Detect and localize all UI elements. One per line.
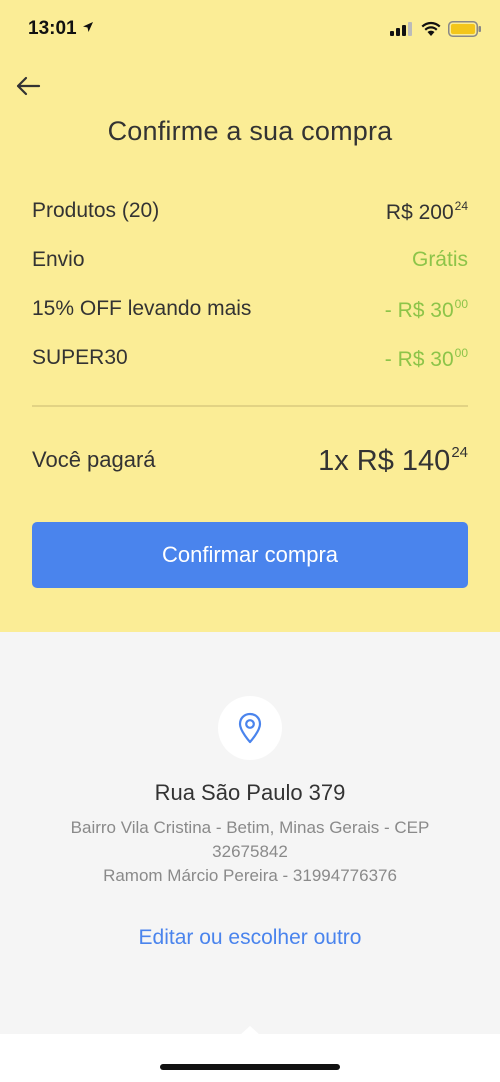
summary-row-products: Produtos (20) R$ 20024: [32, 199, 468, 229]
arrow-left-icon: [16, 76, 41, 96]
shipping-value: Grátis: [411, 248, 468, 271]
address-recipient: Ramom Márcio Pereira - 31994776376: [103, 866, 397, 885]
total-value: 1x R$ 14024: [318, 444, 468, 477]
edit-address-link[interactable]: Editar ou escolher outro: [0, 926, 500, 950]
address-line-2: 32675842: [212, 842, 288, 861]
home-indicator[interactable]: [160, 1064, 340, 1070]
location-arrow-icon: [83, 22, 93, 32]
cellular-signal-icon: [390, 22, 412, 36]
status-time: 13:01: [28, 18, 77, 39]
page-title: Confirme a sua compra: [107, 116, 393, 146]
back-button[interactable]: [12, 70, 44, 102]
products-value: R$ 20024: [385, 199, 468, 224]
wifi-icon: [421, 21, 441, 36]
summary-row-discount-bulk: 15% OFF levando mais - R$ 3000: [32, 297, 468, 327]
coupon-value: - R$ 3000: [384, 346, 468, 371]
summary-row-coupon: SUPER30 - R$ 3000: [32, 346, 468, 376]
discount-bulk-value: - R$ 3000: [384, 297, 468, 322]
status-bar: 13:01: [0, 0, 500, 60]
discount-bulk-label: 15% OFF levando mais: [32, 297, 252, 320]
battery-icon: [448, 21, 481, 37]
coupon-label: SUPER30: [32, 346, 128, 369]
sheet-pointer: [240, 1026, 260, 1035]
summary-row-shipping: Envio Grátis: [32, 248, 468, 278]
address-line-1: Bairro Vila Cristina - Betim, Minas Gera…: [70, 818, 430, 837]
total-label: Você pagará: [32, 447, 156, 472]
products-label: Produtos (20): [32, 199, 160, 222]
confirm-purchase-button[interactable]: Confirmar compra: [32, 522, 468, 588]
location-pin-icon: [238, 712, 262, 744]
divider: [32, 405, 468, 407]
shipping-label: Envio: [32, 248, 85, 271]
address-street: Rua São Paulo 379: [154, 780, 346, 805]
location-pin-badge: [218, 696, 282, 760]
